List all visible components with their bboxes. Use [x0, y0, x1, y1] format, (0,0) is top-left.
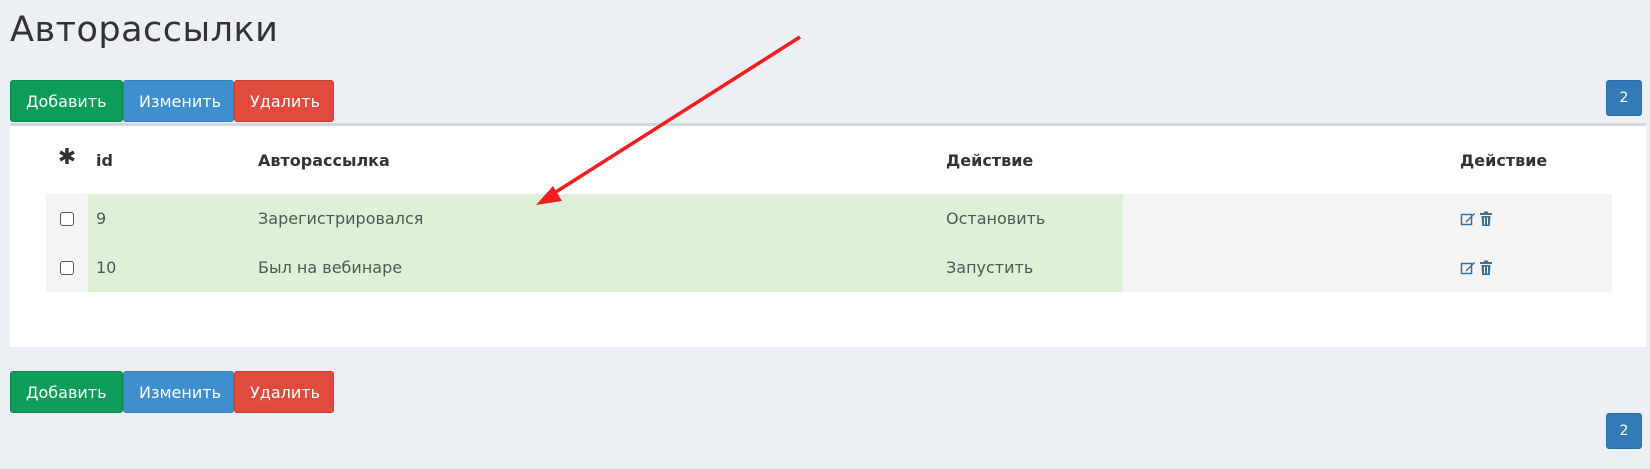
trash-icon[interactable]	[1479, 211, 1493, 227]
edit-button[interactable]: Изменить	[123, 371, 234, 413]
pagination-page-button[interactable]: 2	[1606, 80, 1642, 116]
column-header-action-icons: Действие	[1460, 150, 1548, 170]
row-id: 9	[96, 209, 107, 228]
row-checkbox[interactable]	[60, 211, 74, 226]
table-header: ✱ id Авторассылка Действие Действие	[46, 126, 1612, 194]
table-row: 9 Зарегистрировался Остановить	[46, 194, 1612, 243]
page-title: Авторассылки	[10, 10, 279, 50]
top-toolbar: Добавить Изменить Удалить	[10, 80, 334, 122]
row-id: 10	[96, 258, 117, 277]
edit-icon[interactable]	[1460, 211, 1476, 227]
bottom-toolbar: Добавить Изменить Удалить	[10, 371, 334, 413]
column-header-mailing: Авторассылка	[258, 150, 390, 170]
mailings-table: ✱ id Авторассылка Действие Действие 9 За…	[46, 126, 1612, 292]
add-button[interactable]: Добавить	[10, 371, 123, 413]
add-button[interactable]: Добавить	[10, 80, 123, 122]
row-checkbox[interactable]	[60, 260, 74, 275]
mailings-panel: ✱ id Авторассылка Действие Действие 9 За…	[10, 123, 1646, 347]
trash-icon[interactable]	[1479, 260, 1493, 276]
row-action-link[interactable]: Остановить	[946, 194, 1045, 243]
table-row: 10 Был на вебинаре Запустить	[46, 243, 1612, 292]
delete-button[interactable]: Удалить	[234, 80, 334, 122]
delete-button[interactable]: Удалить	[234, 371, 334, 413]
edit-icon[interactable]	[1460, 260, 1476, 276]
column-header-id: id	[96, 150, 113, 170]
pagination-page-button[interactable]: 2	[1606, 413, 1642, 449]
select-all-header[interactable]: ✱	[56, 126, 78, 194]
row-action-link[interactable]: Запустить	[946, 243, 1033, 292]
row-mailing-name: Зарегистрировался	[258, 209, 424, 228]
row-mailing-name: Был на вебинаре	[258, 258, 403, 277]
column-header-action: Действие	[946, 150, 1034, 170]
edit-button[interactable]: Изменить	[123, 80, 234, 122]
